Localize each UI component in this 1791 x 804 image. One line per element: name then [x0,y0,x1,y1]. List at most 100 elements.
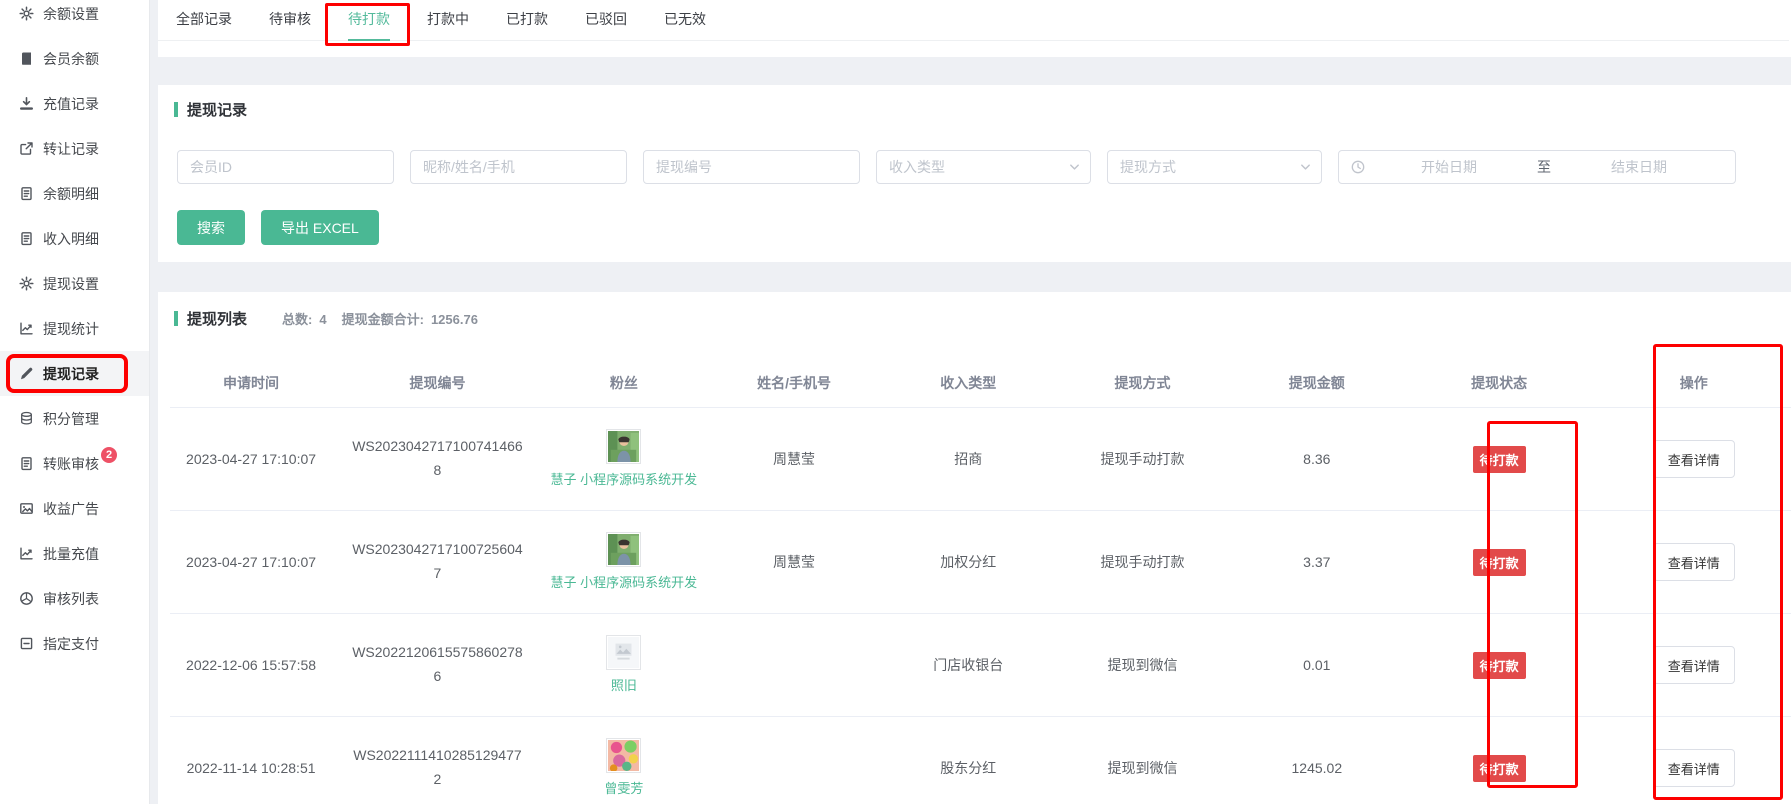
list-summary: 总数: 4 提现金额合计: 1256.76 [282,309,478,328]
sidebar-item-points-management[interactable]: 积分管理 [0,396,149,441]
external-link-icon [18,141,34,157]
sidebar-item-member-balance[interactable]: 会员余额 [0,36,149,81]
tab-paying[interactable]: 打款中 [427,9,469,40]
sidebar-item-balance-settings[interactable]: 余额设置 [0,0,149,36]
withdraw-number-input[interactable] [643,150,860,184]
sidebar-item-review-list[interactable]: 审核列表 [0,576,149,621]
withdraw-number: WS20221114102851294772 [350,744,524,792]
col-withdraw-method: 提现方式 [1053,363,1231,408]
col-income-type: 收入类型 [883,363,1053,408]
sidebar-item-label: 审核列表 [43,589,99,609]
tab-all-records[interactable]: 全部记录 [176,9,232,40]
fan-name-link[interactable]: 慧子 小程序源码系统开发 [551,471,698,489]
fan-name-link[interactable]: 照旧 [611,677,637,695]
col-withdraw-amount: 提现金额 [1232,363,1402,408]
image-icon [18,501,34,517]
view-details-button[interactable]: 查看详情 [1653,749,1735,787]
real-name [705,717,883,804]
withdraw-method: 提现到微信 [1053,717,1231,804]
fan-avatar[interactable] [606,429,641,464]
sidebar-item-withdraw-stats[interactable]: 提现统计 [0,306,149,351]
amount-sum-value: 1256.76 [431,312,478,327]
table-row: 2023-04-27 17:10:07 WS202304271710072560… [170,511,1791,614]
sidebar-item-designated-payment[interactable]: 指定支付 [0,621,149,666]
sidebar-item-label: 余额明细 [43,184,99,204]
search-panel: 提现记录 收入类型 提现方式 开始日期 至 结束日期 [158,85,1791,262]
chevron-down-icon [1069,162,1080,173]
nickname-name-phone-input[interactable] [410,150,627,184]
sidebar-item-label: 收入明细 [43,229,99,249]
status-tabs-panel: 全部记录 待审核 待打款 打款中 已打款 已驳回 已无效 [158,0,1791,57]
total-count: 4 [319,312,326,327]
sidebar-item-transfer-review[interactable]: 转账审核 2 [0,441,149,486]
withdraw-method: 提现到微信 [1053,614,1231,717]
sidebar-item-transfer-records[interactable]: 转让记录 [0,126,149,171]
tab-pending-review[interactable]: 待审核 [269,9,311,40]
date-range-separator: 至 [1533,157,1555,177]
withdraw-number: WS20230427171007414668 [350,435,524,483]
income-type-select[interactable]: 收入类型 [876,150,1091,184]
member-id-input[interactable] [177,150,394,184]
tab-invalid[interactable]: 已无效 [664,9,706,40]
sidebar-item-revenue-ads[interactable]: 收益广告 [0,486,149,531]
sidebar-item-batch-recharge[interactable]: 批量充值 [0,531,149,576]
document-icon [18,231,34,247]
sidebar-item-label: 批量充值 [43,544,99,564]
col-name-phone: 姓名/手机号 [705,363,883,408]
sidebar: 余额设置 会员余额 充值记录 转让记录 余额明细 收入明细 [0,0,150,804]
income-type: 门店收银台 [883,614,1053,717]
withdraw-number: WS20221206155758602786 [350,641,524,689]
sidebar-item-income-details[interactable]: 收入明细 [0,216,149,261]
search-buttons-row: 搜索 导出 EXCEL [170,210,1773,245]
view-details-button[interactable]: 查看详情 [1653,646,1735,684]
fan-name-link[interactable]: 慧子 小程序源码系统开发 [551,574,698,592]
list-panel-title: 提现列表 总数: 4 提现金额合计: 1256.76 [170,308,1791,329]
sidebar-item-label: 指定支付 [43,634,99,654]
fan-cell: 慧子 小程序源码系统开发 [547,429,701,489]
real-name: 周慧莹 [705,511,883,614]
tab-paid[interactable]: 已打款 [506,9,548,40]
fan-name-link[interactable]: 曾雯芳 [604,780,643,798]
coins-icon [18,411,34,427]
income-type: 招商 [883,408,1053,511]
sidebar-item-withdraw-settings[interactable]: 提现设置 [0,261,149,306]
withdraw-method-select[interactable]: 提现方式 [1107,150,1322,184]
fan-avatar-placeholder[interactable] [606,635,641,670]
fan-avatar[interactable] [606,532,641,567]
table-header-row: 申请时间 提现编号 粉丝 姓名/手机号 收入类型 提现方式 提现金额 提现状态 … [170,363,1791,408]
fan-cell: 慧子 小程序源码系统开发 [547,532,701,592]
tab-pending-payment[interactable]: 待打款 [348,9,390,40]
withdraw-amount: 0.01 [1232,614,1402,717]
green-accent-bar [174,102,178,117]
sidebar-item-label: 转让记录 [43,139,99,159]
withdrawal-admin-app: 余额设置 会员余额 充值记录 转让记录 余额明细 收入明细 [0,0,1791,804]
view-details-button[interactable]: 查看详情 [1653,440,1735,478]
total-label: 总数: [282,309,312,328]
notification-count-badge: 2 [101,447,117,463]
col-withdraw-status: 提现状态 [1402,363,1597,408]
apply-time: 2022-11-14 10:28:51 [170,717,332,804]
sidebar-menu: 余额设置 会员余额 充值记录 转让记录 余额明细 收入明细 [0,0,149,666]
date-range-picker[interactable]: 开始日期 至 结束日期 [1338,150,1736,184]
main-content: 全部记录 待审核 待打款 打款中 已打款 已驳回 已无效 提现记录 收入类型 [150,0,1791,804]
export-excel-button[interactable]: 导出 EXCEL [261,210,379,245]
sidebar-item-label: 提现记录 [43,364,99,384]
sidebar-item-label: 积分管理 [43,409,99,429]
view-details-button[interactable]: 查看详情 [1653,543,1735,581]
col-fan: 粉丝 [543,363,705,408]
tab-rejected[interactable]: 已驳回 [585,9,627,40]
withdraw-amount: 3.37 [1232,511,1402,614]
sidebar-item-recharge-records[interactable]: 充值记录 [0,81,149,126]
sidebar-item-balance-details[interactable]: 余额明细 [0,171,149,216]
search-button[interactable]: 搜索 [177,210,245,245]
sidebar-item-withdraw-records[interactable]: 提现记录 [0,351,149,396]
end-date-placeholder: 结束日期 [1555,157,1723,177]
table-row: 2022-12-06 15:57:58 WS202212061557586027… [170,614,1791,717]
sidebar-item-label: 转账审核 [43,454,99,474]
withdraw-list-panel: 提现列表 总数: 4 提现金额合计: 1256.76 申请时间 提现编号 [158,292,1791,804]
fan-cell: 照旧 [547,635,701,695]
gear-icon [18,6,34,22]
chart-line-icon [18,321,34,337]
fan-avatar[interactable] [606,738,641,773]
status-tabs: 全部记录 待审核 待打款 打款中 已打款 已驳回 已无效 [158,0,1789,41]
